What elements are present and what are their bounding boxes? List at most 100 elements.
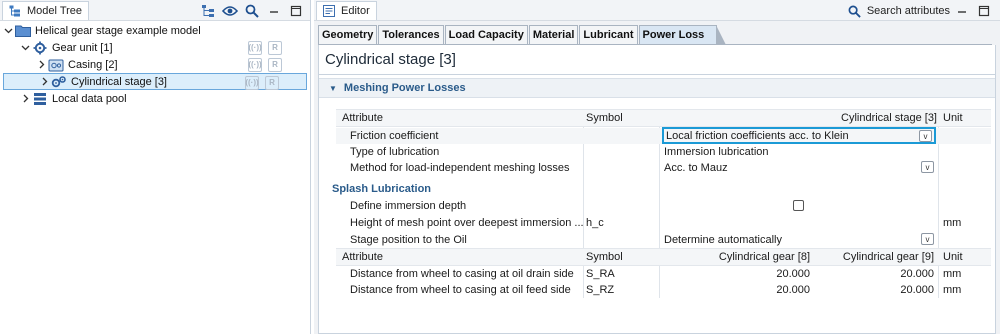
header-symbol: Symbol xyxy=(586,251,623,263)
header-unit: Unit xyxy=(943,251,963,263)
table-row: Stage position to the Oil Determine auto… xyxy=(336,232,991,248)
search-icon[interactable] xyxy=(244,3,260,19)
calculation-status-icon: ((·)) xyxy=(245,75,259,90)
value-input[interactable]: 20.000 xyxy=(662,266,810,282)
select-value: Local friction coefficients acc. to Klei… xyxy=(666,129,849,142)
chevron-down-icon[interactable]: v xyxy=(919,130,932,142)
search-attributes-label: Search attributes xyxy=(866,5,950,17)
immersion-depth-checkbox[interactable] xyxy=(793,200,804,211)
calculation-status-icon: ((·)) xyxy=(248,57,262,72)
table-row: Distance from wheel to casing at oil dra… xyxy=(336,266,991,282)
editor-content: Cylindrical stage [3] ▼ Meshing Power Lo… xyxy=(318,45,996,334)
tree-item-casing[interactable]: Casing [2] ((·)) R xyxy=(0,56,310,73)
attribute-symbol: S_RA xyxy=(586,268,615,280)
chevron-right-icon[interactable] xyxy=(36,60,46,70)
header-attribute: Attribute xyxy=(342,251,383,263)
folder-icon xyxy=(15,23,31,39)
attribute-label: Define immersion depth xyxy=(350,200,467,212)
tree-view-icon xyxy=(7,3,23,19)
report-icon: R xyxy=(268,40,282,55)
table-row: Height of mesh point over deepest immers… xyxy=(336,214,991,232)
attribute-label: Type of lubrication xyxy=(350,146,440,158)
value-input[interactable]: 20.000 xyxy=(662,282,810,298)
tab-lubricant[interactable]: Lubricant xyxy=(579,25,638,44)
tree-item-label: Helical gear stage example model xyxy=(35,24,201,37)
attribute-label: Stage position to the Oil xyxy=(350,234,467,246)
gear-unit-icon xyxy=(32,40,48,56)
value-input[interactable]: 20.000 xyxy=(814,282,934,298)
stage-position-select[interactable]: Determine automatically v xyxy=(662,232,936,247)
editor-tabs: Geometry Tolerances Load Capacity Materi… xyxy=(318,24,727,45)
report-icon: R xyxy=(268,57,282,72)
attribute-unit: mm xyxy=(943,217,962,229)
page-title: Cylindrical stage [3] xyxy=(319,45,995,75)
friction-coefficient-select[interactable]: Local friction coefficients acc. to Klei… xyxy=(662,127,936,144)
attribute-grid: Attribute Symbol Cylindrical stage [3] U… xyxy=(332,109,991,298)
editor-tab[interactable]: Editor xyxy=(316,1,377,20)
maximize-icon[interactable] xyxy=(288,3,304,19)
tab-geometry[interactable]: Geometry xyxy=(318,25,378,44)
tree-item-cylindrical-stage[interactable]: Cylindrical stage [3] ((·)) R xyxy=(3,73,307,90)
calculation-status-icon: ((·)) xyxy=(248,40,262,55)
select-value: Immersion lubrication xyxy=(664,145,769,158)
editor-header: Editor Search attributes xyxy=(314,0,1000,21)
collapse-arrow-icon[interactable]: ▼ xyxy=(329,84,337,93)
header-unit: Unit xyxy=(943,112,963,124)
attribute-label: Distance from wheel to casing at oil dra… xyxy=(350,268,574,280)
hierarchy-icon[interactable] xyxy=(200,3,216,19)
value-input[interactable]: 20.000 xyxy=(814,266,934,282)
gear-pair-icon xyxy=(51,74,67,90)
table-header-row: Attribute Symbol Cylindrical stage [3] U… xyxy=(336,109,991,127)
tree-item-gear-unit[interactable]: Gear unit [1] ((·)) R xyxy=(0,39,310,56)
table-row: Friction coefficient Local friction coef… xyxy=(336,127,991,144)
chevron-down-icon[interactable] xyxy=(20,43,30,53)
tab-tolerances[interactable]: Tolerances xyxy=(378,25,444,44)
eye-icon[interactable] xyxy=(222,3,238,19)
mesh-point-height-input[interactable] xyxy=(661,214,941,232)
chevron-down-icon[interactable]: v xyxy=(921,233,934,245)
lubrication-type-select[interactable]: Immersion lubrication xyxy=(662,144,936,159)
section-header-meshing-power-losses[interactable]: ▼ Meshing Power Losses xyxy=(319,78,995,98)
header-gear-8: Cylindrical gear [8] xyxy=(718,251,810,263)
report-icon: R xyxy=(265,75,279,90)
attribute-unit: mm xyxy=(943,268,962,280)
tree-item-local-data-pool[interactable]: Local data pool xyxy=(0,90,310,107)
table-row: Type of lubrication Immersion lubricatio… xyxy=(336,144,991,160)
meshing-loss-method-select[interactable]: Acc. to Mauz v xyxy=(662,160,936,175)
minimize-icon[interactable] xyxy=(954,3,970,19)
model-tree-header: Model Tree xyxy=(0,0,310,21)
minimize-icon[interactable] xyxy=(266,3,282,19)
tree-item-model[interactable]: Helical gear stage example model xyxy=(0,22,310,39)
editor-tab-label: Editor xyxy=(341,5,370,17)
chevron-down-icon[interactable] xyxy=(3,26,13,36)
chevron-right-icon[interactable] xyxy=(20,94,30,104)
select-value: Acc. to Mauz xyxy=(664,161,728,174)
chevron-down-icon[interactable]: v xyxy=(921,161,934,173)
attribute-label: Friction coefficient xyxy=(350,130,439,142)
attribute-symbol: S_RZ xyxy=(586,284,615,296)
table-row: Distance from wheel to casing at oil fee… xyxy=(336,282,991,298)
tree-item-label: Gear unit [1] xyxy=(52,41,113,54)
tab-power-loss[interactable]: Power Loss xyxy=(638,25,727,45)
section-title: Meshing Power Losses xyxy=(343,82,466,94)
chevron-right-icon[interactable] xyxy=(39,77,49,87)
tab-material[interactable]: Material xyxy=(528,25,579,44)
search-attributes-button[interactable]: Search attributes xyxy=(847,3,950,19)
table-row: Define immersion depth xyxy=(336,198,991,214)
editor-icon xyxy=(321,3,337,19)
tab-load-capacity[interactable]: Load Capacity xyxy=(444,25,528,44)
header-symbol: Symbol xyxy=(586,112,623,124)
select-value: Determine automatically xyxy=(664,233,782,246)
header-value: Cylindrical stage [3] xyxy=(841,112,937,124)
model-tree-tab[interactable]: Model Tree xyxy=(2,1,90,20)
attribute-label: Distance from wheel to casing at oil fee… xyxy=(350,284,571,296)
tree-item-label: Casing [2] xyxy=(68,58,118,71)
casing-icon xyxy=(48,57,64,73)
attribute-unit: mm xyxy=(943,284,962,296)
attribute-symbol: h_c xyxy=(586,217,604,229)
attribute-label: Height of mesh point over deepest immers… xyxy=(350,217,584,229)
table-row: Method for load-independent meshing loss… xyxy=(336,160,991,176)
maximize-icon[interactable] xyxy=(976,3,992,19)
model-tree-tab-label: Model Tree xyxy=(27,5,83,17)
tree-item-label: Local data pool xyxy=(52,92,127,105)
